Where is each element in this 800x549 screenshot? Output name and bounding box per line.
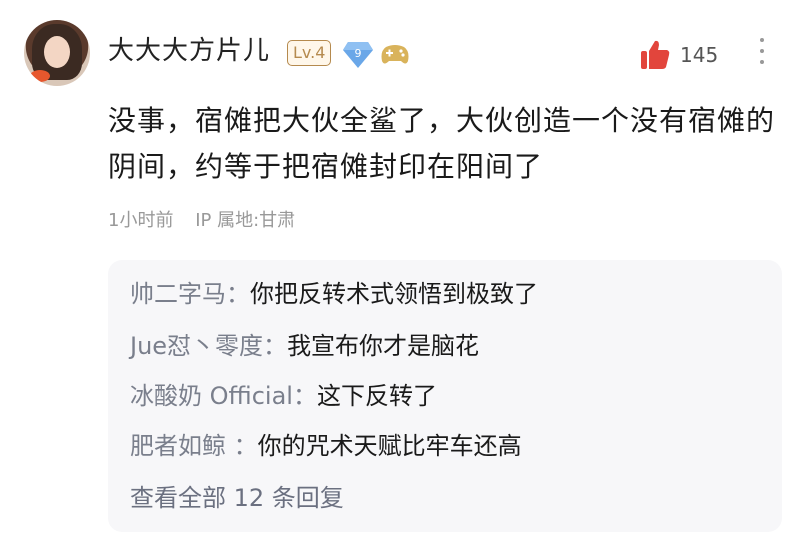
reply-item[interactable]: Jue怼丶零度：我宣布你才是脑花 (130, 330, 479, 362)
post-content: 没事，宿傩把大伙全鲨了，大伙创造一个没有宿傩的阴间，约等于把宿傩封印在阳间了 (108, 104, 776, 183)
diamond-badge-number: 9 (355, 47, 362, 60)
thumb-up-icon[interactable] (640, 39, 670, 71)
avatar-decoration (30, 70, 50, 82)
diamond-badge-icon: 9 (343, 42, 373, 68)
more-vertical-icon[interactable] (760, 38, 764, 71)
reply-author[interactable]: 帅二字马： (130, 280, 250, 308)
post-meta: 1小时前 IP 属地:甘肃 (108, 208, 311, 234)
replies-panel: 帅二字马：你把反转术式领悟到极致了 Jue怼丶零度：我宣布你才是脑花 冰酸奶 O… (108, 260, 782, 532)
reply-item[interactable]: 肥者如鲸 ：你的咒术天赋比牢车还高 (130, 430, 522, 462)
reply-text: 这下反转了 (316, 382, 437, 410)
game-controller-icon (381, 45, 409, 64)
reply-author[interactable]: 肥者如鲸 ： (130, 432, 258, 460)
reply-text: 你把反转术式领悟到极致了 (250, 280, 538, 308)
ip-location: IP 属地:甘肃 (195, 210, 296, 231)
reply-item[interactable]: 帅二字马：你把反转术式领悟到极致了 (130, 278, 538, 310)
reply-text: 我宣布你才是脑花 (287, 332, 480, 360)
reply-text: 你的咒术天赋比牢车还高 (257, 432, 522, 460)
avatar[interactable] (24, 20, 90, 86)
reply-author[interactable]: Jue怼丶零度： (130, 332, 287, 360)
avatar-face (44, 36, 70, 68)
level-badge: Lv.4 (287, 40, 332, 66)
username[interactable]: 大大大方片儿 (108, 36, 270, 66)
reply-item[interactable]: 冰酸奶 Official：这下反转了 (130, 380, 437, 412)
view-all-replies-link[interactable]: 查看全部 12 条回复 (130, 482, 344, 514)
reply-author[interactable]: 冰酸奶 Official： (130, 382, 317, 410)
like-count: 145 (680, 43, 719, 67)
post-time: 1小时前 (108, 210, 174, 231)
